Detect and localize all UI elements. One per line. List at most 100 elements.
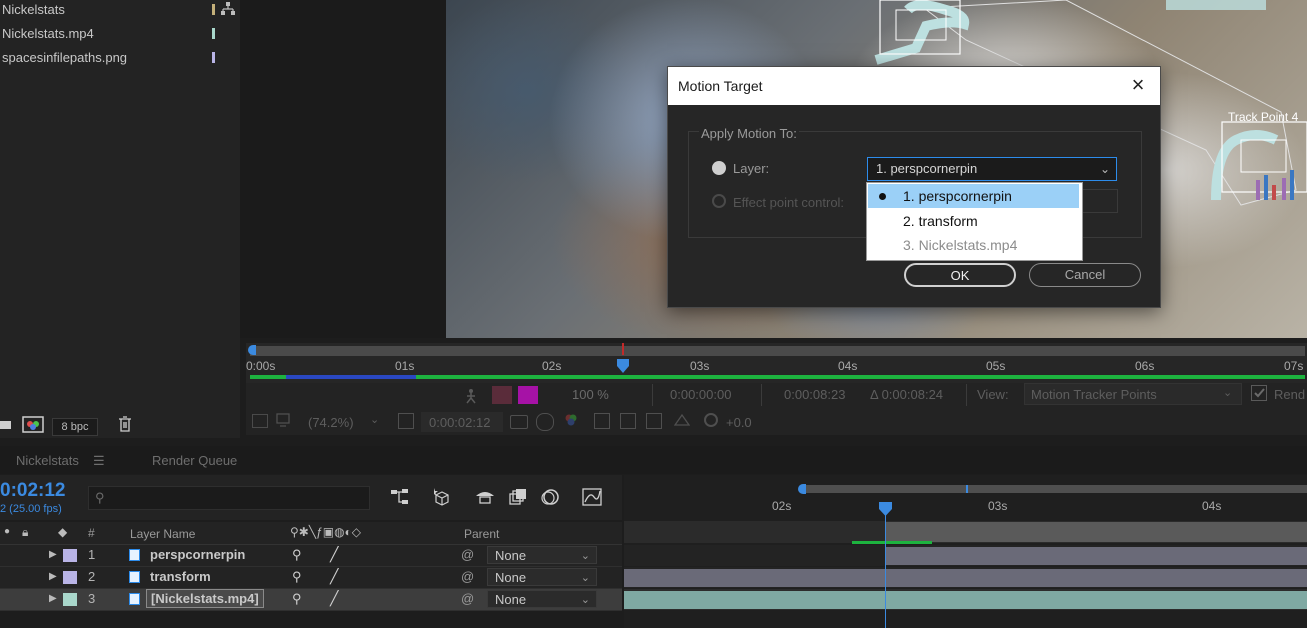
snapshot-camera-icon[interactable] xyxy=(510,415,528,429)
switches-icons: ⚲✱╲ƒ▣◍◐◇ xyxy=(290,525,362,539)
show-snapshot-icon[interactable] xyxy=(536,413,554,431)
toggle-view-icon[interactable] xyxy=(398,413,414,429)
column-layer-name[interactable]: Layer Name xyxy=(130,527,195,541)
dialog-titlebar[interactable]: Motion Target × xyxy=(668,67,1160,105)
layer-name[interactable]: [Nickelstats.mp4] xyxy=(146,589,264,608)
chevron-down-icon[interactable]: ⌄ xyxy=(370,413,379,426)
fast-preview-icon[interactable] xyxy=(673,413,691,427)
eye-icon[interactable]: ● xyxy=(4,526,10,537)
draft-3d-icon[interactable] xyxy=(464,388,478,404)
layer-number: 3 xyxy=(88,591,96,606)
project-item[interactable]: Nickelstats xyxy=(2,2,65,17)
label-tag-icon[interactable]: ◆ xyxy=(58,525,67,539)
layer-bar[interactable] xyxy=(886,547,1307,565)
layer-name[interactable]: transform xyxy=(150,569,211,584)
view-select[interactable]: Motion Tracker Points ⌄ xyxy=(1024,383,1242,405)
layer-select-value: 1. perspcornerpin xyxy=(876,161,978,176)
layer-row[interactable]: ▶ 2 transform ⚲ ╱ @ None ⌄ xyxy=(0,567,622,589)
work-area-start-handle[interactable] xyxy=(248,345,256,355)
pick-whip-icon[interactable]: @ xyxy=(461,591,474,606)
color-swatch[interactable] xyxy=(518,386,538,404)
shy-switch-icon[interactable]: ⚲ xyxy=(292,591,302,607)
quality-switch-icon[interactable]: ╱ xyxy=(330,568,338,585)
playhead-handle[interactable] xyxy=(617,359,629,373)
flowchart-icon[interactable] xyxy=(221,2,235,16)
column-parent[interactable]: Parent xyxy=(464,527,499,541)
timeline-current-time[interactable]: 0:02:12 xyxy=(0,480,66,502)
pick-whip-icon[interactable]: @ xyxy=(461,547,474,562)
layer-bar[interactable] xyxy=(624,591,1307,609)
layer-name[interactable]: perspcornerpin xyxy=(150,547,245,562)
layer-label-color[interactable] xyxy=(63,549,77,562)
region-of-interest-icon[interactable] xyxy=(594,413,610,429)
monitor-icon[interactable] xyxy=(276,413,290,427)
lock-icon[interactable]: 🔒︎ xyxy=(22,525,28,540)
composition-flowchart-icon[interactable] xyxy=(390,488,410,506)
layer-label-color[interactable] xyxy=(63,571,77,584)
parent-select[interactable]: None ⌄ xyxy=(487,590,597,608)
layer-row[interactable]: ▶ 3 [Nickelstats.mp4] ⚲ ╱ @ None ⌄ xyxy=(0,589,622,611)
layer-select[interactable]: 1. perspcornerpin ⌄ xyxy=(867,157,1117,181)
3d-view-icon[interactable] xyxy=(646,413,662,429)
cancel-button[interactable]: Cancel xyxy=(1029,263,1141,287)
exposure-value[interactable]: +0.0 xyxy=(726,415,752,430)
current-time-display[interactable]: 0:00:02:12 xyxy=(421,412,503,432)
parent-select[interactable]: None ⌄ xyxy=(487,546,597,564)
quality-switch-icon[interactable]: ╱ xyxy=(330,546,338,563)
in-point-time[interactable]: 0:00:00:00 xyxy=(670,387,731,402)
mask-icon[interactable] xyxy=(492,386,512,404)
quality-switch-icon[interactable]: ╱ xyxy=(330,590,338,607)
effect-point-select[interactable] xyxy=(1078,189,1118,213)
layer-bar[interactable] xyxy=(624,569,1307,587)
option-label: 3. Nickelstats.mp4 xyxy=(903,237,1018,253)
expand-triangle-icon[interactable]: ▶ xyxy=(49,549,57,560)
zoom-percent[interactable]: 100 % xyxy=(572,387,609,402)
new-composition-icon[interactable] xyxy=(22,416,44,433)
work-area-bar[interactable] xyxy=(804,485,1307,493)
dropdown-option[interactable]: 2. transform xyxy=(868,209,1079,233)
chevron-down-icon: ⌄ xyxy=(580,572,590,584)
tick-label: 03s xyxy=(988,499,1008,513)
effect-point-radio[interactable] xyxy=(712,194,726,208)
parent-select[interactable]: None ⌄ xyxy=(487,568,597,586)
exposure-icon[interactable] xyxy=(704,413,718,427)
frame-blending-icon[interactable] xyxy=(508,488,528,506)
shy-switch-icon[interactable]: ⚲ xyxy=(292,547,302,563)
layer-radio[interactable] xyxy=(712,161,726,175)
shy-layers-icon[interactable] xyxy=(474,488,496,506)
tab-menu-icon[interactable]: ☰ xyxy=(93,453,105,469)
bpc-button[interactable]: 8 bpc xyxy=(52,418,98,436)
trash-icon[interactable] xyxy=(118,416,132,432)
work-area-bar[interactable] xyxy=(250,346,1305,356)
render-checkbox[interactable] xyxy=(1251,385,1267,401)
layer-row[interactable]: ▶ 1 perspcornerpin ⚲ ╱ @ None ⌄ xyxy=(0,545,622,567)
graph-editor-icon[interactable] xyxy=(582,487,604,507)
project-item[interactable]: spacesinfilepaths.png xyxy=(2,50,127,65)
playhead-handle[interactable] xyxy=(879,502,892,516)
work-area-start-handle[interactable] xyxy=(798,484,806,494)
motion-blur-icon[interactable] xyxy=(540,488,560,506)
layer-search-input[interactable]: ⚲ xyxy=(88,486,370,510)
timeline-graph[interactable]: 02s 03s 04s xyxy=(624,475,1307,628)
project-item[interactable]: Nickelstats.mp4 xyxy=(2,26,94,41)
ok-button[interactable]: OK xyxy=(904,263,1016,287)
expand-triangle-icon[interactable]: ▶ xyxy=(49,593,57,604)
viewer-time-ruler[interactable]: 0:00s 01s 02s 03s 04s 05s 06s 07s xyxy=(246,343,1307,383)
dropdown-option[interactable]: 1. perspcornerpin xyxy=(868,184,1079,208)
expand-triangle-icon[interactable]: ▶ xyxy=(49,571,57,582)
draft-3d-icon[interactable] xyxy=(430,487,452,507)
shy-switch-icon[interactable]: ⚲ xyxy=(292,569,302,585)
view-label: View: xyxy=(977,387,1009,402)
folder-icon[interactable] xyxy=(0,418,12,432)
channel-icon[interactable] xyxy=(564,413,578,427)
close-icon[interactable]: × xyxy=(1126,73,1150,97)
pick-whip-icon[interactable]: @ xyxy=(461,569,474,584)
divider xyxy=(652,384,653,406)
tab-nickelstats[interactable]: Nickelstats xyxy=(16,453,79,468)
tab-render-queue[interactable]: Render Queue xyxy=(152,453,237,468)
always-preview-icon[interactable] xyxy=(252,414,268,428)
layer-label-color[interactable] xyxy=(63,593,77,606)
magnification-ratio[interactable]: (74.2%) xyxy=(308,415,354,430)
out-point-time[interactable]: 0:00:08:23 xyxy=(784,387,845,402)
transparency-grid-icon[interactable] xyxy=(620,413,636,429)
